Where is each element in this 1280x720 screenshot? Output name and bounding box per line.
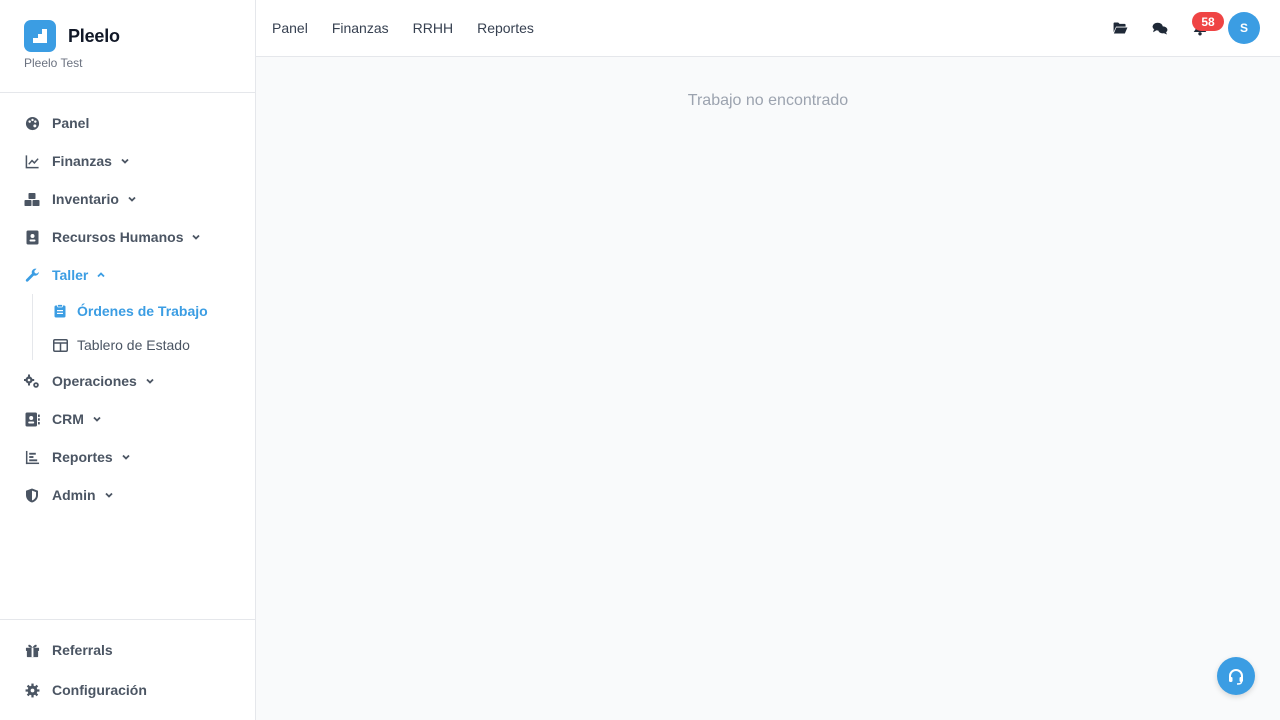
chevron-down-icon [92,414,102,424]
chevron-down-icon [127,194,137,204]
sidebar-item-admin[interactable]: Admin [24,483,114,507]
sidebar-item-label: Panel [52,115,90,131]
folder-open-icon[interactable] [1110,18,1130,38]
chevron-down-icon [191,232,201,242]
sidebar-item-label: Recursos Humanos [52,229,184,245]
submenu-guide-line [32,294,33,360]
brand-logo-icon [24,20,56,52]
sidebar-item-finanzas[interactable]: Finanzas [24,149,130,173]
chart-bar-icon [24,449,40,465]
chevron-down-icon [104,490,114,500]
headset-icon [1227,667,1245,685]
sidebar-subitem-label: Tablero de Estado [77,337,190,353]
address-book-icon [24,411,40,427]
sidebar-item-reportes[interactable]: Reportes [24,445,131,469]
sidebar-item-taller[interactable]: Taller [24,263,106,287]
gear-icon [24,682,40,698]
chevron-up-icon [96,270,106,280]
help-support-button[interactable] [1217,657,1255,695]
notification-count-badge: 58 [1192,12,1224,31]
sidebar-item-referrals[interactable]: Referrals [24,638,113,662]
sidebar-subitem-tablero-de-estado[interactable]: Tablero de Estado [52,334,190,356]
sidebar-item-panel[interactable]: Panel [24,111,89,135]
workspace-name: Pleelo Test [24,56,83,70]
sidebar-item-label: Configuración [52,682,147,698]
sidebar-item-label: Operaciones [52,373,137,389]
sidebar-footer-divider [0,619,255,620]
clipboard-icon [52,303,68,319]
cogs-icon [24,373,40,389]
user-avatar[interactable]: S [1228,12,1260,44]
chart-line-icon [24,153,40,169]
shield-icon [24,487,40,503]
id-badge-icon [24,229,40,245]
palette-icon [24,115,40,131]
top-nav-finanzas[interactable]: Finanzas [332,20,389,36]
sidebar-item-inventario[interactable]: Inventario [24,187,137,211]
columns-icon [52,337,68,353]
sidebar-item-label: Taller [52,267,89,283]
top-bar: Panel Finanzas RRHH Reportes 58 S [256,0,1280,57]
sidebar-item-label: Inventario [52,191,119,207]
sidebar-item-operaciones[interactable]: Operaciones [24,369,155,393]
sidebar-item-label: CRM [52,411,84,427]
sidebar-item-crm[interactable]: CRM [24,407,102,431]
empty-state-message: Trabajo no encontrado [687,92,849,109]
chevron-down-icon [121,452,131,462]
chat-icon[interactable] [1150,18,1170,38]
gift-icon [24,642,40,658]
wrench-icon [24,267,40,283]
sidebar: Pleelo Pleelo Test Panel Finanzas Invent… [0,0,256,720]
sidebar-item-configuracion[interactable]: Configuración [24,678,147,702]
top-nav: Panel Finanzas RRHH Reportes [272,0,558,56]
chevron-down-icon [120,156,130,166]
sidebar-item-label: Reportes [52,449,113,465]
sidebar-item-label: Finanzas [52,153,112,169]
brand-name: Pleelo [68,25,120,46]
top-nav-rrhh[interactable]: RRHH [413,20,453,36]
sidebar-divider [0,92,255,93]
chevron-down-icon [145,376,155,386]
sidebar-item-label: Admin [52,487,96,503]
top-nav-panel[interactable]: Panel [272,20,308,36]
boxes-icon [24,191,40,207]
sidebar-subitem-ordenes-de-trabajo[interactable]: Órdenes de Trabajo [52,300,208,322]
top-nav-reportes[interactable]: Reportes [477,20,534,36]
sidebar-item-recursos-humanos[interactable]: Recursos Humanos [24,225,201,249]
sidebar-item-label: Referrals [52,642,113,658]
sidebar-subitem-label: Órdenes de Trabajo [77,303,208,319]
brand[interactable]: Pleelo [24,20,120,52]
